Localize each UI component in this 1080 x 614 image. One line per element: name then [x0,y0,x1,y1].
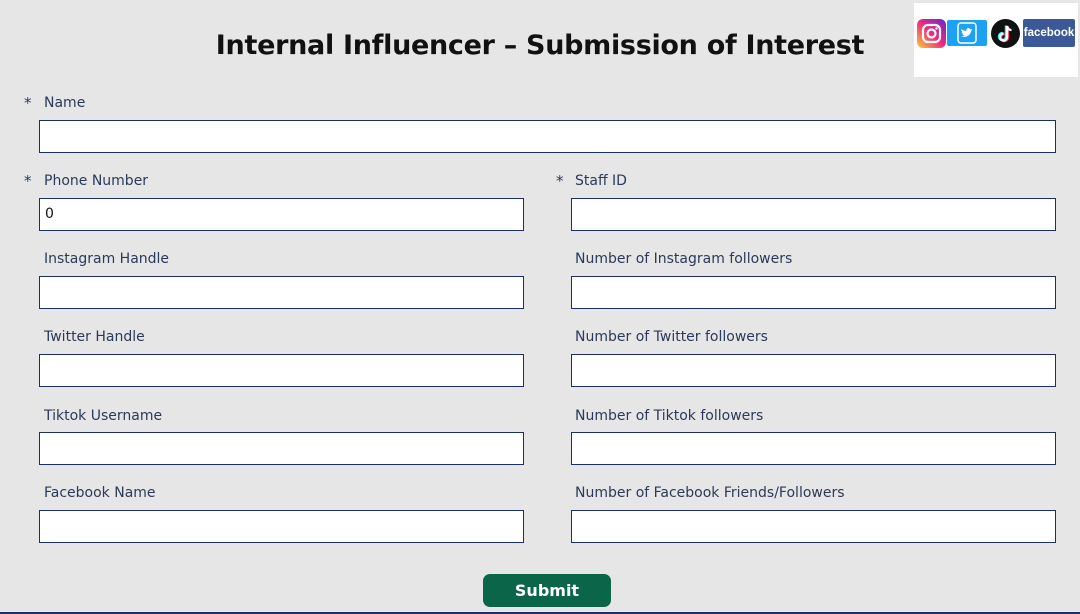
facebook-followers-input[interactable] [571,510,1056,543]
tiktok-followers-label: Number of Tiktok followers [575,408,764,424]
twitter-handle-input[interactable] [39,354,524,387]
facebook-name-input[interactable] [39,510,524,543]
phone-number-label: Phone Number [44,173,149,189]
name-input[interactable] [39,120,1056,153]
tiktok-username-input[interactable] [39,432,524,465]
twitter-handle-label: Twitter Handle [44,329,145,345]
name-label: Name [44,95,86,111]
instagram-followers-input[interactable] [571,276,1056,309]
instagram-handle-label: Instagram Handle [44,251,170,267]
required-marker: * [24,94,32,112]
staff-id-label: Staff ID [575,173,627,189]
twitter-followers-input[interactable] [571,354,1056,387]
tiktok-username-label: Tiktok Username [44,408,163,424]
instagram-handle-input[interactable] [39,276,524,309]
facebook-followers-label: Number of Facebook Friends/Followers [575,485,845,501]
twitter-followers-label: Number of Twitter followers [575,329,768,345]
tiktok-icon [991,19,1020,48]
social-logos: facebook [914,3,1078,77]
tiktok-followers-input[interactable] [571,432,1056,465]
staff-id-input[interactable] [571,198,1056,231]
required-marker: * [556,172,564,190]
facebook-logo: facebook [1023,19,1075,47]
phone-number-input[interactable]: 0 [39,198,524,231]
submit-button[interactable]: Submit [483,574,611,607]
facebook-name-label: Facebook Name [44,485,156,501]
instagram-followers-label: Number of Instagram followers [575,251,793,267]
instagram-icon [917,19,946,48]
twitter-icon [947,20,987,46]
required-marker: * [24,172,32,190]
